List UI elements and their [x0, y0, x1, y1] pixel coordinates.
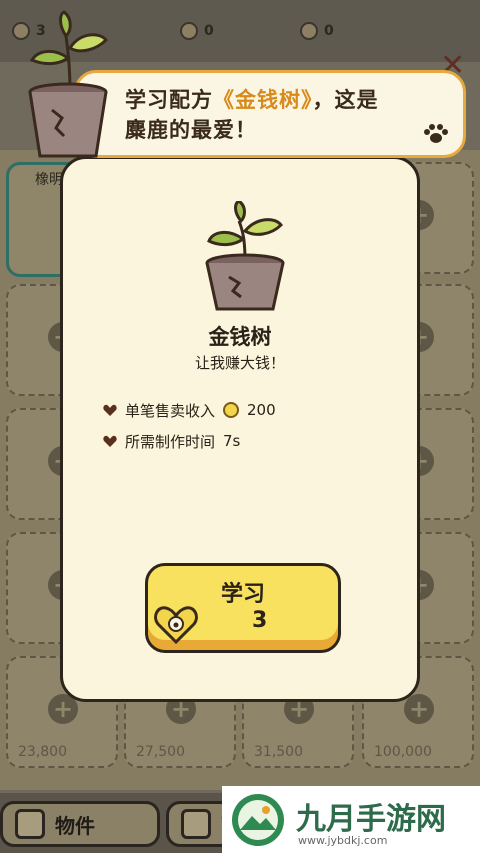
- book-icon: [181, 809, 211, 839]
- heart-counter: 0: [300, 20, 334, 42]
- tab-items[interactable]: 物件: [0, 801, 160, 847]
- bag-counter: 0: [180, 20, 214, 42]
- craft-time-stat: 所需制作时间 7s: [103, 430, 240, 452]
- heart-icon: [300, 22, 318, 40]
- heart-coin-icon: [223, 402, 240, 418]
- learn-button[interactable]: 学习 3: [145, 563, 341, 653]
- tip-text: 学习配方《金钱树》，这是 麋鹿的最爱！: [125, 88, 379, 142]
- money-tree-plant-icon: [28, 10, 108, 158]
- sale-income-stat: 单笔售卖收入 200: [103, 399, 276, 421]
- bag-icon: [180, 22, 198, 40]
- heart-bullet-icon: [103, 435, 117, 447]
- item-slogan: 让我赚大钱！: [194, 354, 285, 372]
- money-tree-plant-icon: [205, 201, 285, 311]
- heart-coin-icon: [154, 606, 198, 644]
- cabinet-icon: [15, 809, 45, 839]
- site-watermark: 九月手游网 www.jybdkj.com: [222, 786, 480, 853]
- plus-icon: +: [404, 694, 434, 724]
- paw-icon: [424, 124, 448, 143]
- item-title: 金钱树: [208, 325, 272, 349]
- heart-bullet-icon: [103, 404, 117, 416]
- site-logo-icon: [232, 794, 284, 846]
- recipe-detail-dialog: 金钱树 让我赚大钱！ 单笔售卖收入 200 所需制作时间 7s 学习 3: [60, 156, 420, 702]
- tip-banner: 学习配方《金钱树》，这是 麋鹿的最爱！: [74, 70, 466, 158]
